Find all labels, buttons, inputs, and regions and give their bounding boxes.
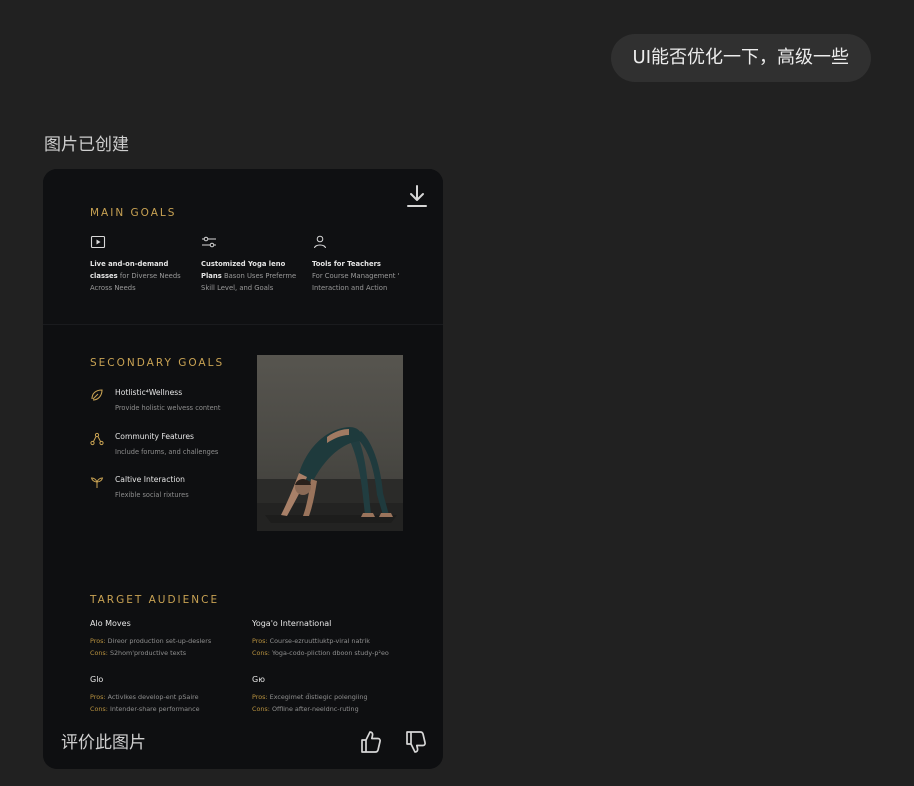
sprout-icon (90, 475, 104, 489)
secondary-goal-desc: Provide holistic welvess content (115, 404, 221, 412)
main-goals-section: MAIN GOALS Live and-on-demand classes fo… (43, 169, 443, 324)
audience-cons: Cons: S2hom'productive texts (90, 649, 187, 657)
secondary-goal-desc: Flexible social rixtures (115, 491, 189, 499)
thumbs-down-button[interactable] (404, 729, 428, 755)
user-icon (312, 235, 328, 249)
audience-item: Glo Pros: Activlkes develop-ent pSaire C… (90, 675, 250, 715)
secondary-goals-title: SECONDARY GOALS (90, 357, 225, 369)
target-audience-title: TARGET AUDIENCE (90, 594, 220, 606)
audience-cons: Cons: Yoga-codo-pliction dboon study-p²e… (252, 649, 389, 657)
download-button[interactable] (405, 183, 429, 209)
audience-item: Alo Moves Pros: Direor production set-up… (90, 619, 250, 659)
thumbs-down-icon (406, 731, 426, 753)
chat-page: UI能否优化一下，高级一些 图片已创建 MAIN GOALS Live and-… (0, 0, 914, 786)
audience-name: Glo (90, 675, 104, 684)
thumbs-up-button[interactable] (359, 729, 383, 755)
audience-name: Alo Moves (90, 619, 131, 628)
secondary-goal-title: Caltive Interaction (115, 475, 185, 484)
sliders-icon (201, 235, 217, 249)
thumbs-up-icon (361, 731, 381, 753)
download-icon (407, 185, 427, 207)
audience-name: Gю (252, 675, 265, 684)
image-created-label: 图片已创建 (44, 135, 129, 155)
main-goal-text: Tools for Teachers For Course Management… (312, 260, 400, 292)
user-message-bubble: UI能否优化一下，高级一些 (610, 34, 871, 82)
main-goals-title: MAIN GOALS (90, 207, 177, 219)
leaf-icon (90, 388, 104, 402)
audience-name: Yoga'o International (252, 619, 332, 628)
audience-item: Gю Pros: Excegimet d̈istiegic polengiing… (252, 675, 412, 715)
secondary-goal-title: Hotlistic⁴Wellness (115, 388, 183, 397)
main-goal-item: Tools for Teachers For Course Management… (312, 235, 414, 294)
audience-pros: Pros: Activlkes develop-ent pSaire (90, 693, 199, 701)
play-icon (90, 235, 106, 249)
main-goal-text: Customized Yoga leno Plans Bason Uses Pr… (201, 260, 297, 292)
rate-image-label: 评价此图片 (61, 733, 146, 753)
main-goal-item: Live and-on-demand classes for Diverse N… (90, 235, 192, 294)
audience-pros: Pros: Direor production set-up-deslers (90, 637, 212, 645)
audience-item: Yoga'o International Pros: Course-ezruut… (252, 619, 412, 659)
audience-pros: Pros: Excegimet d̈istiegic polengiing (252, 693, 368, 701)
audience-pros: Pros: Course-ezruuttiuktp-viral natrik (252, 637, 371, 645)
generated-image-card[interactable]: MAIN GOALS Live and-on-demand classes fo… (43, 169, 443, 769)
main-goal-text: Live and-on-demand classes for Diverse N… (90, 260, 181, 292)
community-icon (90, 432, 104, 446)
secondary-goal-title: Community Features (115, 432, 195, 441)
yoga-photo (257, 355, 403, 531)
secondary-goal-desc: Include forums, and challenges (115, 448, 219, 456)
section-divider (43, 324, 443, 325)
main-goal-item: Customized Yoga leno Plans Bason Uses Pr… (201, 235, 303, 294)
